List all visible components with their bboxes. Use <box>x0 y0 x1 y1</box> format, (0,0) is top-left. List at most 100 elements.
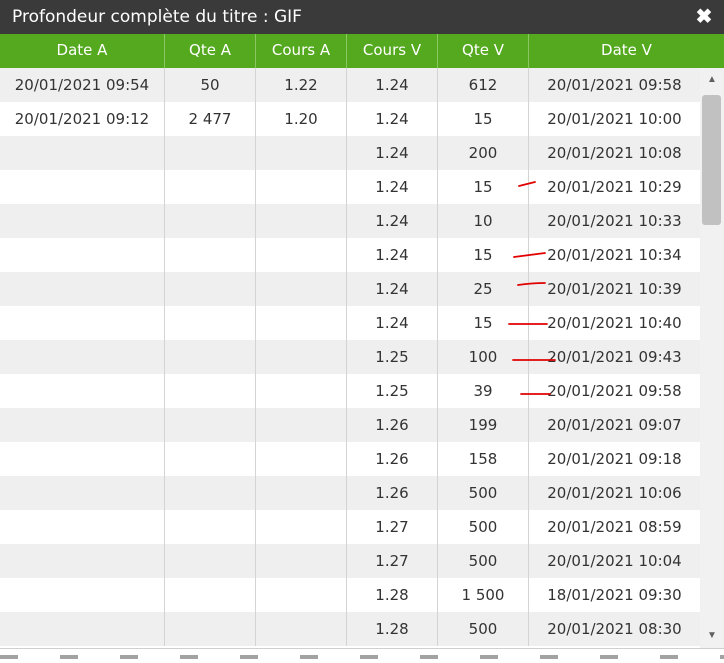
cell-cours-a <box>256 272 347 306</box>
cell-qte-a <box>165 238 256 272</box>
cell-qte-a <box>165 170 256 204</box>
scrollbar-thumb[interactable] <box>702 95 721 225</box>
table-row[interactable]: 1.26 500 20/01/2021 10:06 <box>0 476 700 510</box>
cell-cours-v: 1.24 <box>347 306 438 340</box>
cell-cours-v: 1.24 <box>347 272 438 306</box>
cell-cours-a <box>256 544 347 578</box>
cell-cours-a <box>256 408 347 442</box>
cell-date-a <box>0 510 165 544</box>
cell-cours-v: 1.28 <box>347 612 438 646</box>
cell-cours-v: 1.24 <box>347 204 438 238</box>
cell-cours-v: 1.26 <box>347 476 438 510</box>
cell-cours-v: 1.26 <box>347 408 438 442</box>
cell-qte-v: 158 <box>438 442 529 476</box>
cell-date-a <box>0 612 165 646</box>
cell-qte-a <box>165 374 256 408</box>
cell-qte-a <box>165 204 256 238</box>
cell-qte-a <box>165 578 256 612</box>
cell-date-v: 20/01/2021 10:33 <box>547 212 682 230</box>
cell-qte-v: 25 <box>438 272 529 306</box>
cell-date-v: 20/01/2021 08:30 <box>547 620 682 638</box>
cell-qte-v: 200 <box>438 136 529 170</box>
column-header-cours-a[interactable]: Cours A <box>256 34 347 68</box>
cell-qte-a <box>165 510 256 544</box>
cell-qte-a <box>165 544 256 578</box>
cell-qte-a <box>165 306 256 340</box>
cell-cours-v: 1.24 <box>347 238 438 272</box>
table-row[interactable]: 1.27 500 20/01/2021 08:59 <box>0 510 700 544</box>
column-header-date-a[interactable]: Date A <box>0 34 165 68</box>
partially-visible-row <box>0 655 724 659</box>
table-row[interactable]: 1.26 199 20/01/2021 09:07 <box>0 408 700 442</box>
cell-qte-v: 15 <box>438 102 529 136</box>
cell-qte-v: 15 <box>438 306 529 340</box>
cell-date-v: 20/01/2021 10:00 <box>547 110 682 128</box>
cell-qte-a <box>165 442 256 476</box>
cell-date-v: 20/01/2021 09:43 <box>547 348 682 366</box>
table-row[interactable]: 1.28 500 20/01/2021 08:30 <box>0 612 700 646</box>
table-header: Date A Qte A Cours A Cours V Qte V Date … <box>0 34 724 68</box>
dialog-title: Profondeur complète du titre : GIF <box>12 7 302 27</box>
cell-cours-v: 1.27 <box>347 544 438 578</box>
column-header-cours-v[interactable]: Cours V <box>347 34 438 68</box>
cell-cours-v: 1.26 <box>347 442 438 476</box>
cell-qte-v: 10 <box>438 204 529 238</box>
cell-cours-a: 1.20 <box>256 102 347 136</box>
cell-date-a: 20/01/2021 09:54 <box>0 68 165 102</box>
cell-qte-a <box>165 136 256 170</box>
cell-qte-v: 612 <box>438 68 529 102</box>
cell-date-a <box>0 272 165 306</box>
cell-cours-a <box>256 578 347 612</box>
cell-qte-v: 1 500 <box>438 578 529 612</box>
cell-date-v: 20/01/2021 10:06 <box>547 484 682 502</box>
table-row[interactable]: 1.25 100 20/01/2021 09:43 <box>0 340 700 374</box>
cell-cours-a: 1.22 <box>256 68 347 102</box>
cell-qte-v: 500 <box>438 510 529 544</box>
table-row[interactable]: 1.24 200 20/01/2021 10:08 <box>0 136 700 170</box>
table-row[interactable]: 1.28 1 500 18/01/2021 09:30 <box>0 578 700 612</box>
scroll-up-icon[interactable]: ▲ <box>700 72 724 88</box>
table-row[interactable]: 1.25 39 20/01/2021 09:58 <box>0 374 700 408</box>
cell-qte-a: 2 477 <box>165 102 256 136</box>
table-row[interactable]: 1.24 10 20/01/2021 10:33 <box>0 204 700 238</box>
table-row[interactable]: 1.24 15 20/01/2021 10:29 <box>0 170 700 204</box>
cell-cours-v: 1.27 <box>347 510 438 544</box>
table-row[interactable]: 20/01/2021 09:54 50 1.22 1.24 612 20/01/2021 … <box>0 68 700 102</box>
cell-cours-v: 1.25 <box>347 374 438 408</box>
cell-cours-a <box>256 510 347 544</box>
cell-date-v: 20/01/2021 10:34 <box>547 246 682 264</box>
table-row[interactable]: 1.24 15 20/01/2021 10:34 <box>0 238 700 272</box>
column-header-qte-v[interactable]: Qte V <box>438 34 529 68</box>
cell-cours-v: 1.24 <box>347 102 438 136</box>
cell-cours-a <box>256 374 347 408</box>
table-row[interactable]: 1.27 500 20/01/2021 10:04 <box>0 544 700 578</box>
cell-cours-v: 1.24 <box>347 68 438 102</box>
dialog-titlebar: Profondeur complète du titre : GIF ✖ <box>0 0 724 34</box>
table-row[interactable]: 1.26 158 20/01/2021 09:18 <box>0 442 700 476</box>
cell-cours-a <box>256 476 347 510</box>
close-icon[interactable]: ✖ <box>692 0 716 34</box>
vertical-scrollbar[interactable]: ▲ ▼ <box>700 68 724 648</box>
cell-date-a <box>0 136 165 170</box>
cell-date-v: 20/01/2021 09:58 <box>547 382 682 400</box>
scroll-down-icon[interactable]: ▼ <box>700 628 724 644</box>
cell-date-v: 18/01/2021 09:30 <box>547 586 682 604</box>
cell-date-v: 20/01/2021 10:04 <box>547 552 682 570</box>
table-row[interactable]: 20/01/2021 09:12 2 477 1.20 1.24 15 20/01/202… <box>0 102 700 136</box>
column-header-date-v[interactable]: Date V <box>529 34 724 68</box>
cell-qte-v: 500 <box>438 612 529 646</box>
cell-cours-v: 1.25 <box>347 340 438 374</box>
cell-qte-v: 100 <box>438 340 529 374</box>
cell-qte-a <box>165 612 256 646</box>
cell-cours-a <box>256 612 347 646</box>
cell-cours-a <box>256 204 347 238</box>
cell-qte-a <box>165 408 256 442</box>
cell-date-v: 20/01/2021 09:18 <box>547 450 682 468</box>
table-row[interactable]: 1.24 15 20/01/2021 10:40 <box>0 306 700 340</box>
cell-date-a <box>0 544 165 578</box>
cell-cours-v: 1.24 <box>347 136 438 170</box>
cell-qte-a <box>165 340 256 374</box>
table-row[interactable]: 1.24 25 20/01/2021 10:39 <box>0 272 700 306</box>
cell-qte-v: 15 <box>438 170 529 204</box>
column-header-qte-a[interactable]: Qte A <box>165 34 256 68</box>
